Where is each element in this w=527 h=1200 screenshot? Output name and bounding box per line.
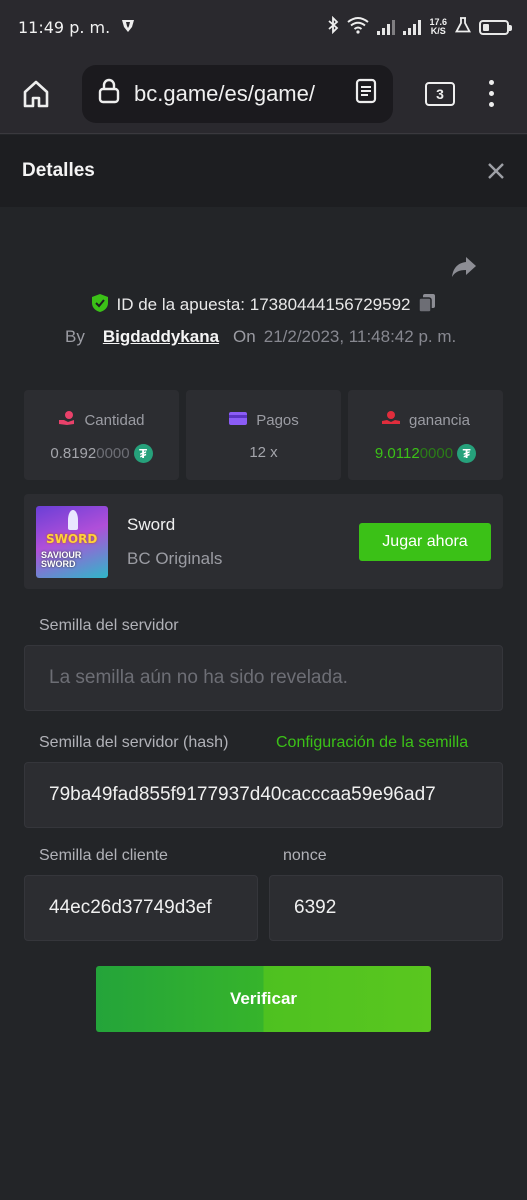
stat-value: 0.8192	[50, 445, 97, 462]
game-provider: BC Originals	[127, 548, 223, 568]
server-seed-hash-field[interactable]: 79ba49fad855f9177937d40cacccaa59e96ad7	[24, 762, 503, 828]
username-link[interactable]: Bigdaddykana	[103, 327, 219, 347]
share-icon	[452, 257, 476, 277]
share-button[interactable]	[451, 256, 477, 283]
on-label: On	[233, 327, 256, 346]
stat-value-dim: 0000	[419, 445, 454, 462]
game-thumbnail[interactable]: SWORD SAVIOUR SWORD	[36, 505, 108, 578]
bet-date: 21/2/2023, 11:48:42 p. m.	[263, 327, 457, 346]
bet-id: ID de la apuesta: 17380444156729592	[116, 295, 411, 314]
home-icon	[23, 80, 49, 107]
stat-payout: Pagos 12 x	[186, 390, 341, 480]
nonce-field[interactable]: 6392	[269, 875, 503, 941]
server-seed-field[interactable]: La semilla aún no ha sido revelada.	[24, 645, 503, 711]
more-menu-button[interactable]	[489, 80, 494, 107]
stat-value: 9.0112	[374, 445, 420, 462]
coin-hand-icon	[58, 410, 76, 430]
wifi-icon	[347, 16, 370, 39]
bet-owner-row: By Bigdaddykana On 21/2/2023, 11:48:42 p…	[65, 325, 456, 349]
stat-label: Cantidad	[84, 411, 145, 429]
profit-hand-icon	[381, 410, 401, 430]
thumb-subtitle: SAVIOUR SWORD	[41, 549, 82, 569]
verified-shield-icon	[91, 293, 109, 318]
stat-profit: ganancia 9.0112 0000 ₮	[348, 390, 503, 480]
play-now-button[interactable]: Jugar ahora	[359, 522, 491, 561]
bet-stats: Cantidad 0.8192 0000 ₮ Pagos 12 x gananci…	[24, 390, 503, 480]
reader-mode-button[interactable]	[355, 78, 377, 109]
home-button[interactable]	[14, 72, 58, 116]
browser-toolbar: bc.game/es/game/ 3	[0, 54, 527, 134]
client-seed-field[interactable]: 44ec26d37749d3ef	[24, 875, 258, 941]
server-seed-hash-label: Semilla del servidor (hash)	[39, 734, 229, 751]
signal-icon	[377, 19, 396, 35]
stat-amount: Cantidad 0.8192 0000 ₮	[24, 390, 179, 480]
verify-button[interactable]: Verificar	[96, 966, 431, 1032]
server-seed-label: Semilla del servidor	[39, 617, 179, 634]
url-text: bc.game/es/game/	[134, 80, 315, 106]
shield-app-icon	[120, 18, 136, 37]
nonce-label: nonce	[283, 847, 327, 864]
status-bar: 11:49 p. m. 17.6 K/S	[0, 0, 527, 54]
game-card: SWORD SAVIOUR SWORD Sword BC Originals J…	[24, 494, 503, 589]
copy-icon[interactable]	[418, 293, 436, 318]
client-seed-label: Semilla del cliente	[39, 847, 168, 864]
thumb-title: SWORD	[46, 531, 98, 546]
usdt-coin-icon: ₮	[133, 444, 153, 463]
close-button[interactable]	[487, 158, 505, 184]
flask-icon	[455, 16, 471, 38]
game-name: Sword	[127, 514, 176, 534]
lock-icon	[98, 78, 120, 109]
usdt-coin-icon: ₮	[457, 444, 477, 463]
stat-label: Pagos	[256, 411, 299, 429]
stat-value-dim: 0000	[96, 445, 130, 462]
bet-id-row: ID de la apuesta: 17380444156729592	[0, 292, 527, 318]
tabs-button[interactable]: 3	[425, 81, 455, 106]
sword-icon	[68, 509, 78, 530]
modal-title: Detalles	[22, 160, 95, 181]
reader-icon	[355, 78, 377, 104]
modal-header: Detalles	[0, 135, 527, 207]
battery-icon	[479, 19, 512, 35]
status-icons: 17.6 K/S	[327, 15, 512, 39]
close-icon	[488, 163, 504, 179]
by-label: By	[65, 327, 85, 346]
network-speed: 17.6 K/S	[429, 17, 447, 36]
status-time: 11:49 p. m.	[18, 17, 111, 37]
card-icon	[228, 410, 248, 430]
signal-icon-2	[403, 19, 422, 35]
seed-settings-link[interactable]: Configuración de la semilla	[276, 734, 468, 752]
stat-value: 12 x	[249, 444, 278, 461]
stat-label: ganancia	[409, 411, 470, 429]
bluetooth-icon	[327, 15, 339, 39]
game-info: Sword BC Originals	[127, 515, 222, 569]
address-bar[interactable]: bc.game/es/game/	[82, 64, 393, 123]
